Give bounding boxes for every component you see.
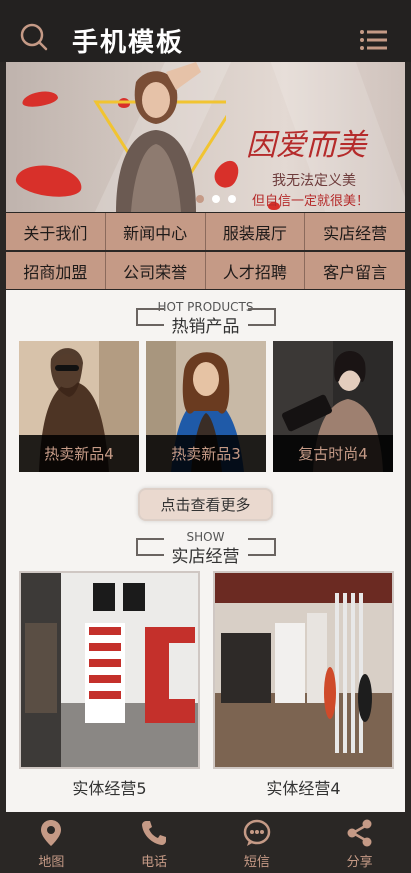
slider-dots: [196, 195, 236, 203]
footer-label: 电话: [141, 855, 168, 870]
main-content: HOT PRODUCTS 热销产品 热卖新品4 热卖新品3 复古时尚4 点击查看…: [6, 290, 405, 812]
menu-icon[interactable]: [359, 28, 387, 52]
store-list: 实体经营5 实体经营4: [19, 571, 394, 799]
nav-item-stores[interactable]: 实店经营: [305, 213, 405, 250]
bracket-left: [136, 308, 164, 326]
product-label: 热卖新品4: [19, 435, 139, 472]
product-card[interactable]: 复古时尚4: [273, 341, 393, 472]
bracket-right: [248, 308, 276, 326]
view-more-button[interactable]: 点击查看更多: [138, 488, 273, 521]
product-label: 热卖新品3: [146, 435, 266, 472]
nav-item-news[interactable]: 新闻中心: [105, 213, 206, 250]
page-title: 手机模板: [72, 28, 185, 58]
section-heading: 实店经营: [171, 547, 240, 567]
footer-item-phone[interactable]: 电话: [103, 812, 206, 873]
banner-slider[interactable]: 因爱而美 我无法定义美 但自信一定就很美！: [6, 62, 405, 212]
store-card[interactable]: 实体经营5: [19, 571, 200, 799]
header: 手机模板: [0, 0, 411, 62]
product-label: 复古时尚4: [273, 435, 393, 472]
bracket-left: [136, 538, 164, 556]
slider-dot[interactable]: [212, 195, 220, 203]
petal-decor: [21, 88, 59, 110]
product-card[interactable]: 热卖新品3: [146, 341, 266, 472]
product-card[interactable]: 热卖新品4: [19, 341, 139, 472]
product-list: 热卖新品4 热卖新品3 复古时尚4: [19, 341, 393, 472]
message-icon: [243, 819, 271, 846]
banner-model-image: [93, 62, 226, 212]
slider-dot[interactable]: [228, 195, 236, 203]
store-image: [213, 571, 394, 769]
nav-item-showroom[interactable]: 服装展厅: [205, 213, 306, 250]
main-nav: 关于我们 新闻中心 服装展厅 实店经营 招商加盟 公司荣誉 人才招聘 客户留言: [6, 213, 405, 289]
share-icon: [347, 819, 372, 847]
store-photo: [21, 573, 198, 767]
footer-label: 短信: [243, 855, 270, 870]
nav-item-honors[interactable]: 公司荣誉: [105, 252, 206, 289]
bottom-nav: 地图 电话 短信 分享: [0, 812, 411, 873]
footer-label: 分享: [346, 855, 373, 870]
section-title-show: SHOW 实店经营: [6, 530, 405, 567]
nav-item-franchise[interactable]: 招商加盟: [6, 252, 106, 289]
map-pin-icon: [41, 820, 62, 846]
banner-headline: 因爱而美: [246, 128, 366, 163]
phone-icon: [142, 821, 167, 845]
bracket-right: [248, 538, 276, 556]
footer-label: 地图: [38, 855, 65, 870]
store-photo: [215, 573, 392, 767]
store-label: 实体经营5: [72, 779, 147, 798]
banner-line2: 但自信一定就很美！: [252, 194, 370, 209]
nav-item-jobs[interactable]: 人才招聘: [205, 252, 306, 289]
store-card[interactable]: 实体经营4: [213, 571, 394, 799]
banner-line1: 我无法定义美: [272, 173, 356, 189]
section-title-hot: HOT PRODUCTS 热销产品: [6, 300, 405, 337]
petal-decor: [14, 161, 84, 201]
slider-dot[interactable]: [196, 195, 204, 203]
store-label: 实体经营4: [266, 779, 341, 798]
search-icon[interactable]: [20, 23, 48, 51]
section-heading: 热销产品: [171, 317, 240, 337]
nav-item-about[interactable]: 关于我们: [6, 213, 106, 250]
nav-item-message[interactable]: 客户留言: [305, 252, 405, 289]
store-image: [19, 571, 200, 769]
footer-item-map[interactable]: 地图: [0, 812, 103, 873]
footer-item-sms[interactable]: 短信: [206, 812, 309, 873]
footer-item-share[interactable]: 分享: [308, 812, 411, 873]
